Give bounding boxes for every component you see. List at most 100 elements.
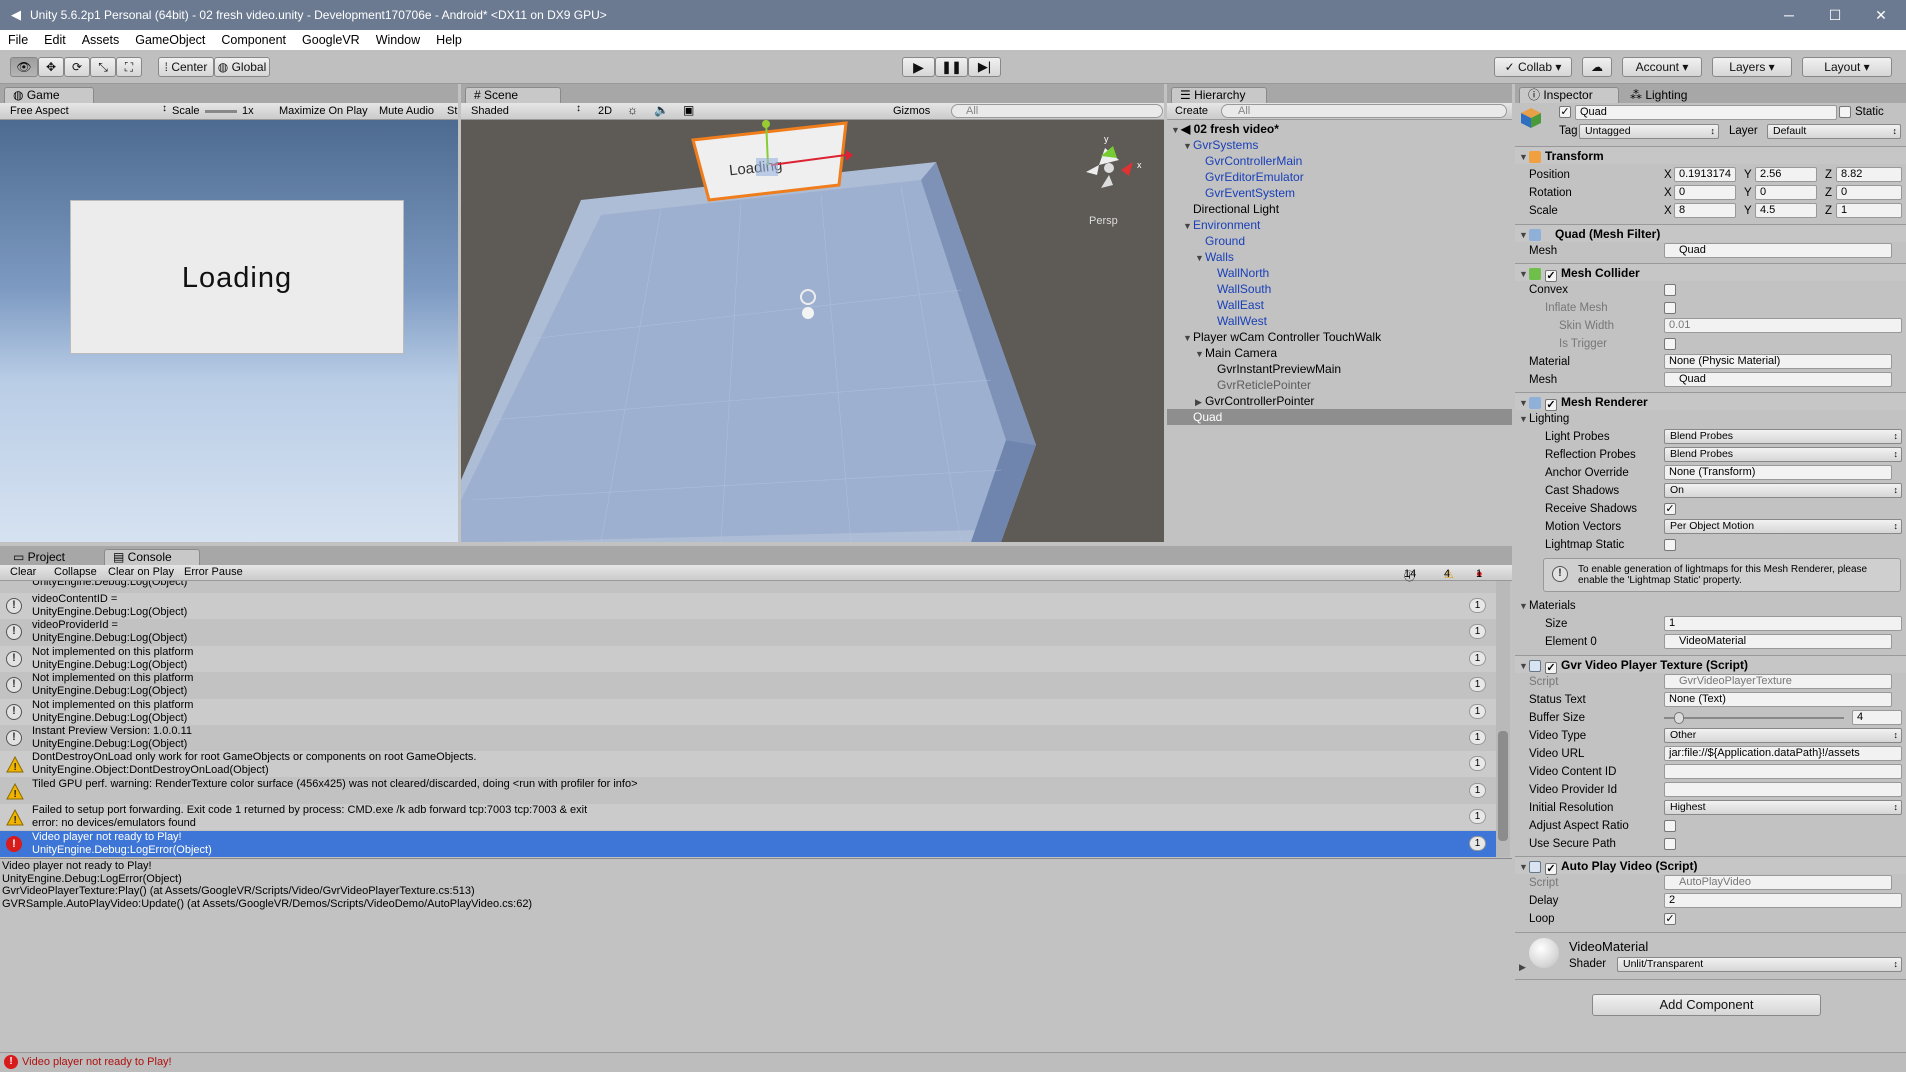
console-log-entry[interactable]: ! Not implemented on this platform UnityEn… <box>0 698 1496 725</box>
menu-component[interactable]: Component <box>213 33 294 47</box>
gizmos-dropdown[interactable]: Gizmos <box>893 105 930 117</box>
layers-dropdown[interactable]: Layers ▾ <box>1712 57 1792 77</box>
menu-help[interactable]: Help <box>428 33 470 47</box>
console-log-entry[interactable]: ! DontDestroyOnLoad only work for root Ga… <box>0 751 1496 778</box>
console-log-entry[interactable]: ! Tiled GPU perf. warning: RenderTexture … <box>0 777 1496 804</box>
effects-toggle-icon[interactable]: ▣ <box>683 103 694 117</box>
hierarchy-item[interactable]: GvrEditorEmulator <box>1167 169 1512 185</box>
is-trigger-checkbox[interactable] <box>1664 338 1676 350</box>
hierarchy-item[interactable]: Quad <box>1167 409 1512 425</box>
play-button[interactable]: ▶ <box>902 57 935 77</box>
clear-button[interactable]: Clear <box>10 566 36 578</box>
video-type-dropdown[interactable]: Other <box>1664 728 1902 743</box>
maximize-on-play-toggle[interactable]: Maximize On Play <box>279 105 368 117</box>
hierarchy-item[interactable]: WallEast <box>1167 297 1512 313</box>
hierarchy-item[interactable]: GvrControllerMain <box>1167 153 1512 169</box>
audio-toggle-icon[interactable]: 🔈 <box>654 103 669 117</box>
create-dropdown[interactable]: Create <box>1175 105 1208 117</box>
scale-z-field[interactable]: 1 <box>1836 203 1902 218</box>
tab-lighting[interactable]: ⁂ Lighting <box>1621 87 1711 103</box>
console-log-entry[interactable]: ! videoProviderId = UnityEngine.Debug:Log(… <box>0 619 1496 646</box>
console-log-entry[interactable]: ! Instant Preview Version: 1.0.0.11 UnityE… <box>0 725 1496 751</box>
hierarchy-item[interactable]: ▼GvrSystems <box>1167 137 1512 153</box>
adjust-aspect-checkbox[interactable] <box>1664 820 1676 832</box>
scene-search-input[interactable]: All <box>951 104 1163 118</box>
hierarchy-item[interactable]: WallSouth <box>1167 281 1512 297</box>
receive-shadows-checkbox[interactable]: ✓ <box>1664 503 1676 515</box>
console-log-entry[interactable]: ! Not implemented on this platform UnityEn… <box>0 672 1496 699</box>
tab-game[interactable]: ◍ Game <box>4 87 94 103</box>
layout-dropdown[interactable]: Layout ▾ <box>1802 57 1892 77</box>
hierarchy-item[interactable]: ▼Main Camera <box>1167 345 1512 361</box>
console-log-entry[interactable]: ! videoContentID = UnityEngine.Debug:Log(O… <box>0 593 1496 619</box>
console-log-entry[interactable]: ! Video player not ready to Play! UnityEng… <box>0 830 1496 857</box>
hierarchy-item[interactable]: GvrInstantPreviewMain <box>1167 361 1512 377</box>
close-button[interactable]: ✕ <box>1858 0 1904 30</box>
rotate-tool-icon[interactable]: ⟳ <box>64 57 90 77</box>
buffer-size-knob[interactable] <box>1674 712 1685 724</box>
position-y-field[interactable]: 2.56 <box>1755 167 1817 182</box>
light-probes-dropdown[interactable]: Blend Probes <box>1664 429 1902 444</box>
shading-dropdown[interactable]: Shaded <box>471 105 509 117</box>
console-scrollbar[interactable] <box>1496 581 1510 857</box>
materials-size-field[interactable]: 1 <box>1664 616 1902 631</box>
video-provider-id-field[interactable] <box>1664 782 1902 797</box>
loop-checkbox[interactable]: ✓ <box>1664 913 1676 925</box>
menu-window[interactable]: Window <box>368 33 428 47</box>
step-button[interactable]: ▶| <box>968 57 1001 77</box>
2d-toggle[interactable]: 2D <box>598 105 612 117</box>
physic-material-field[interactable]: None (Physic Material) <box>1664 354 1892 369</box>
skin-width-field[interactable]: 0.01 <box>1664 318 1902 333</box>
expand-triangle-icon[interactable]: ▼ <box>1183 330 1193 346</box>
initial-resolution-dropdown[interactable]: Highest <box>1664 800 1902 815</box>
hierarchy-item[interactable]: ▶ GvrControllerPointer <box>1167 393 1512 409</box>
lightmap-static-checkbox[interactable] <box>1664 539 1676 551</box>
mesh-field[interactable]: Quad <box>1664 243 1892 258</box>
tab-inspector[interactable]: ⓘ Inspector <box>1519 87 1619 103</box>
menu-gameobject[interactable]: GameObject <box>127 33 213 47</box>
cloud-button[interactable]: ☁ <box>1582 57 1612 77</box>
hierarchy-item[interactable]: WallWest <box>1167 313 1512 329</box>
maximize-button[interactable]: ☐ <box>1812 0 1858 30</box>
hierarchy-item[interactable]: Directional Light <box>1167 201 1512 217</box>
hierarchy-search-input[interactable]: All <box>1221 104 1507 118</box>
rotation-y-field[interactable]: 0 <box>1755 185 1817 200</box>
lighting-toggle-icon[interactable]: ☼ <box>627 103 638 117</box>
active-checkbox[interactable]: ✓ <box>1559 106 1571 118</box>
mute-audio-toggle[interactable]: Mute Audio <box>379 105 434 117</box>
hierarchy-item[interactable]: ▼Walls <box>1167 249 1512 265</box>
inflate-checkbox[interactable] <box>1664 302 1676 314</box>
aspect-dropdown[interactable]: Free Aspect <box>10 105 69 117</box>
scale-x-field[interactable]: 8 <box>1674 203 1736 218</box>
menu-file[interactable]: File <box>0 33 36 47</box>
pivot-global-button[interactable]: ◍ Global <box>214 57 270 77</box>
account-dropdown[interactable]: Account ▾ <box>1622 57 1702 77</box>
materials-foldout[interactable]: ▼Materials <box>1515 597 1906 615</box>
console-log-entry[interactable]: ! Not implemented on this platform UnityEn… <box>0 645 1496 672</box>
hierarchy-item[interactable]: WallNorth <box>1167 265 1512 281</box>
hierarchy-item[interactable]: GvrEventSystem <box>1167 185 1512 201</box>
hierarchy-item[interactable]: Ground <box>1167 233 1512 249</box>
scene-view[interactable]: Loading y x Persp <box>461 120 1164 542</box>
stats-toggle[interactable]: St <box>447 105 457 117</box>
motion-vectors-dropdown[interactable]: Per Object Motion <box>1664 519 1902 534</box>
move-tool-icon[interactable]: ✥ <box>38 57 64 77</box>
scale-tool-icon[interactable]: ⤡ <box>90 57 116 77</box>
delay-field[interactable]: 2 <box>1664 893 1902 908</box>
buffer-size-field[interactable]: 4 <box>1852 710 1902 725</box>
add-component-button[interactable]: Add Component <box>1592 994 1821 1016</box>
autoplay-header[interactable]: ▼ ✓ Auto Play Video (Script) <box>1515 856 1906 875</box>
console-log-entry[interactable]: ! Failed to setup port forwarding. Exit c… <box>0 804 1496 831</box>
menu-googlevr[interactable]: GoogleVR <box>294 33 368 47</box>
reflection-probes-dropdown[interactable]: Blend Probes <box>1664 447 1902 462</box>
menu-assets[interactable]: Assets <box>74 33 128 47</box>
expand-triangle-icon[interactable]: ▼ <box>1183 218 1193 234</box>
rotation-x-field[interactable]: 0 <box>1674 185 1736 200</box>
mesh-filter-header[interactable]: ▼ Quad (Mesh Filter) <box>1515 224 1906 242</box>
anchor-override-field[interactable]: None (Transform) <box>1664 465 1892 480</box>
gvr-video-header[interactable]: ▼ ✓ Gvr Video Player Texture (Script) <box>1515 655 1906 674</box>
partial-log-row[interactable]: UnityEngine.Debug:Log(Object) <box>0 581 1496 593</box>
element0-field[interactable]: VideoMaterial <box>1664 634 1892 649</box>
expand-triangle-icon[interactable]: ▼ <box>1195 346 1205 362</box>
secure-path-checkbox[interactable] <box>1664 838 1676 850</box>
